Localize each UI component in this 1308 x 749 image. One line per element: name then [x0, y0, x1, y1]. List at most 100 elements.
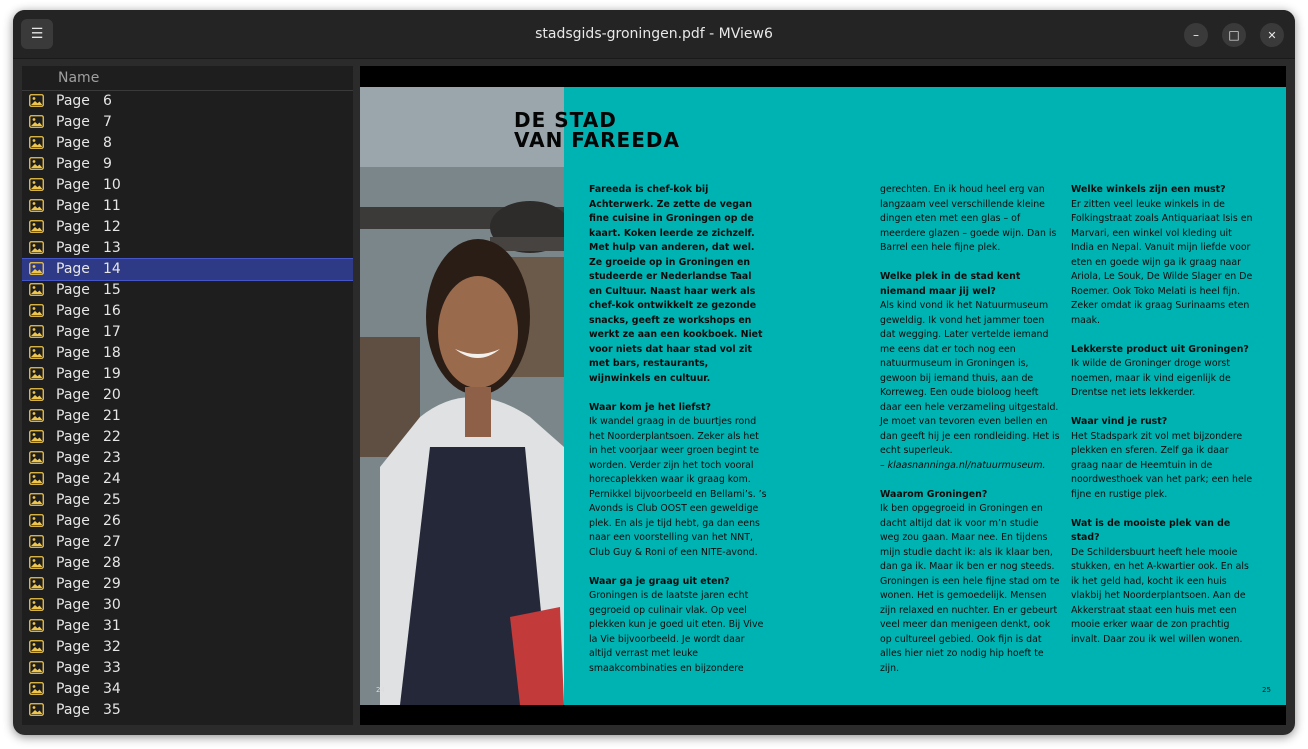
question-3: Welke plek in de stad kent niemand maar … — [880, 271, 1021, 297]
sidebar-item-page-15[interactable]: Page 15 — [22, 280, 353, 301]
image-icon — [29, 220, 44, 233]
sidebar-item-number: 24 — [103, 471, 121, 487]
sidebar-item-label: Page — [56, 597, 90, 613]
sidebar-item-label: Page — [56, 513, 90, 529]
sidebar-item-page-30[interactable]: Page 30 — [22, 595, 353, 616]
answer-2-continued: gerechten. En ik houd heel erg van langz… — [880, 184, 1057, 253]
sidebar-item-page-11[interactable]: Page 11 — [22, 196, 353, 217]
sidebar-item-page-28[interactable]: Page 28 — [22, 553, 353, 574]
sidebar-item-number: 13 — [103, 240, 121, 256]
sidebar-item-page-33[interactable]: Page 33 — [22, 658, 353, 679]
sidebar-item-page-27[interactable]: Page 27 — [22, 532, 353, 553]
sidebar-item-page-34[interactable]: Page 34 — [22, 679, 353, 700]
image-icon — [29, 262, 44, 275]
sidebar-item-page-21[interactable]: Page 21 — [22, 406, 353, 427]
maximize-button[interactable]: □ — [1222, 23, 1246, 47]
sidebar-item-page-29[interactable]: Page 29 — [22, 574, 353, 595]
sidebar-item-number: 29 — [103, 576, 121, 592]
sidebar-item-page-14[interactable]: Page 14 — [22, 258, 353, 281]
sidebar-item-page-23[interactable]: Page 23 — [22, 448, 353, 469]
sidebar-item-label: Page — [56, 471, 90, 487]
sidebar-item-number: 28 — [103, 555, 121, 571]
sidebar-item-page-31[interactable]: Page 31 — [22, 616, 353, 637]
sidebar-item-number: 26 — [103, 513, 121, 529]
sidebar-item-number: 33 — [103, 660, 121, 676]
question-6: Lekkerste product uit Groningen? — [1071, 343, 1249, 355]
sidebar-item-page-6[interactable]: Page 6 — [22, 91, 353, 112]
question-4: Waarom Groningen? — [880, 488, 988, 500]
question-8: Wat is de mooiste plek van de stad? — [1071, 517, 1231, 544]
article-column-2: gerechten. En ik houd heel erg van langz… — [880, 183, 1060, 691]
sidebar-item-page-26[interactable]: Page 26 — [22, 511, 353, 532]
question-2: Waar ga je graag uit eten? — [589, 575, 730, 587]
answer-6: Ik wilde de Groninger droge worst noemen… — [1071, 358, 1231, 398]
page-list-panel: Name Page 6 Page 7 Page 8 Page 9 Page 10 Page 11 Pag… — [22, 66, 353, 725]
sidebar-item-label: Page — [56, 681, 90, 697]
answer-7: Het Stadspark zit vol met bijzondere ple… — [1071, 430, 1253, 500]
sidebar-item-page-10[interactable]: Page 10 — [22, 175, 353, 196]
image-icon — [29, 598, 44, 611]
maximize-icon: □ — [1228, 28, 1240, 42]
sidebar-item-label: Page — [56, 324, 90, 340]
sidebar-item-page-12[interactable]: Page 12 — [22, 217, 353, 238]
close-icon: ✕ — [1267, 28, 1277, 42]
document-viewer[interactable]: DE STAD VAN FAREEDA Fareeda is chef-kok … — [360, 66, 1286, 725]
sidebar-item-label: Page — [56, 492, 90, 508]
sidebar-item-page-13[interactable]: Page 13 — [22, 238, 353, 259]
sidebar-item-page-22[interactable]: Page 22 — [22, 427, 353, 448]
sidebar-item-page-32[interactable]: Page 32 — [22, 637, 353, 658]
sidebar-item-page-18[interactable]: Page 18 — [22, 343, 353, 364]
page-number-right: 25 — [1262, 686, 1271, 694]
minimize-icon: – — [1193, 28, 1199, 42]
page-list: Page 6 Page 7 Page 8 Page 9 Page 10 Page 11 Page 12 Pa… — [22, 91, 353, 721]
image-icon — [29, 94, 44, 107]
sidebar-item-page-16[interactable]: Page 16 — [22, 301, 353, 322]
sidebar-item-page-17[interactable]: Page 17 — [22, 322, 353, 343]
sidebar-item-number: 32 — [103, 639, 121, 655]
sidebar-item-page-7[interactable]: Page 7 — [22, 112, 353, 133]
image-icon — [29, 388, 44, 401]
image-icon — [29, 682, 44, 695]
sidebar-item-number: 6 — [103, 93, 112, 109]
question-7: Waar vind je rust? — [1071, 416, 1168, 427]
sidebar-item-page-20[interactable]: Page 20 — [22, 385, 353, 406]
sidebar-item-label: Page — [56, 450, 90, 466]
answer-2: Groningen is de laatste jaren echt gegro… — [589, 590, 764, 674]
title-bar: ☰ stadsgids-groningen.pdf - MView6 – □ ✕ — [13, 10, 1295, 59]
answer-3: Als kind vond ik het Natuurmuseum geweld… — [880, 300, 1060, 456]
sidebar-item-number: 14 — [103, 261, 121, 277]
image-icon — [29, 409, 44, 422]
sidebar-item-page-35[interactable]: Page 35 — [22, 700, 353, 721]
sidebar-item-page-19[interactable]: Page 19 — [22, 364, 353, 385]
answer-5: Er zitten veel leuke winkels in de Folki… — [1071, 198, 1253, 326]
image-icon — [29, 199, 44, 212]
sidebar-item-number: 20 — [103, 387, 121, 403]
close-button[interactable]: ✕ — [1260, 23, 1284, 47]
sidebar-item-label: Page — [56, 639, 90, 655]
sidebar-item-label: Page — [56, 219, 90, 235]
sidebar-item-label: Page — [56, 261, 90, 277]
sidebar-item-page-9[interactable]: Page 9 — [22, 154, 353, 175]
sidebar-item-number: 9 — [103, 156, 112, 172]
question-1: Waar kom je het liefst? — [589, 401, 711, 413]
minimize-button[interactable]: – — [1184, 23, 1208, 47]
sidebar-item-number: 25 — [103, 492, 121, 508]
sidebar-item-label: Page — [56, 177, 90, 193]
heading-line-2: VAN FAREEDA — [514, 128, 680, 152]
sidebar-item-number: 27 — [103, 534, 121, 550]
image-icon — [29, 115, 44, 128]
column-header-name[interactable]: Name — [22, 66, 353, 91]
image-icon — [29, 178, 44, 191]
sidebar-item-label: Page — [56, 408, 90, 424]
sidebar-item-label: Page — [56, 345, 90, 361]
sidebar-item-number: 23 — [103, 450, 121, 466]
sidebar-item-page-25[interactable]: Page 25 — [22, 490, 353, 511]
sidebar-item-page-24[interactable]: Page 24 — [22, 469, 353, 490]
sidebar-item-number: 18 — [103, 345, 121, 361]
sidebar-item-number: 16 — [103, 303, 121, 319]
article-intro: Fareeda is chef-kok bij Achterwerk. Ze z… — [589, 184, 763, 384]
answer-3-link: – klaasnanninga.nl/natuurmuseum. — [880, 459, 1046, 471]
sidebar-item-page-8[interactable]: Page 8 — [22, 133, 353, 154]
article-heading: DE STAD VAN FAREEDA — [514, 110, 680, 150]
page-number-left: 24 — [376, 686, 385, 694]
